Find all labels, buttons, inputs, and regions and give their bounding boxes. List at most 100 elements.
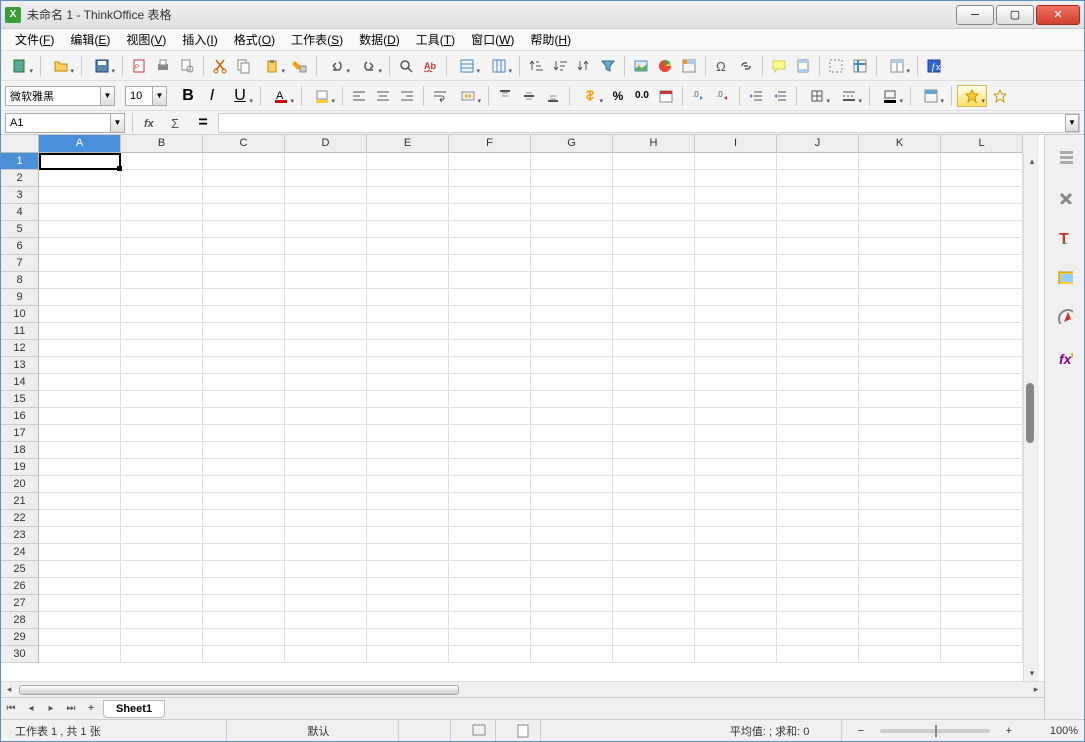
cell-G16[interactable]: [531, 408, 613, 425]
row-header-29[interactable]: 29: [1, 629, 39, 646]
cell-A23[interactable]: [39, 527, 121, 544]
export-pdf-button[interactable]: P: [128, 55, 150, 77]
cell-B21[interactable]: [121, 493, 203, 510]
row-header-2[interactable]: 2: [1, 170, 39, 187]
cell-F26[interactable]: [449, 578, 531, 595]
cell-A14[interactable]: [39, 374, 121, 391]
row-header-10[interactable]: 10: [1, 306, 39, 323]
cell-E13[interactable]: [367, 357, 449, 374]
row-header-20[interactable]: 20: [1, 476, 39, 493]
cell-J7[interactable]: [777, 255, 859, 272]
cell-K11[interactable]: [859, 323, 941, 340]
cell-B20[interactable]: [121, 476, 203, 493]
cell-E4[interactable]: [367, 204, 449, 221]
cell-D18[interactable]: [285, 442, 367, 459]
cell-E21[interactable]: [367, 493, 449, 510]
cell-F29[interactable]: [449, 629, 531, 646]
cell-E14[interactable]: [367, 374, 449, 391]
cell-E6[interactable]: [367, 238, 449, 255]
cell-A29[interactable]: [39, 629, 121, 646]
cell-C25[interactable]: [203, 561, 285, 578]
font-color-button[interactable]: A: [266, 85, 296, 107]
cell-J25[interactable]: [777, 561, 859, 578]
font-size-combo[interactable]: 10▼: [125, 86, 167, 106]
cell-E7[interactable]: [367, 255, 449, 272]
row-header-3[interactable]: 3: [1, 187, 39, 204]
cell-E30[interactable]: [367, 646, 449, 663]
cell-I11[interactable]: [695, 323, 777, 340]
menu-视图[interactable]: 视图(V): [118, 29, 174, 50]
cell-K8[interactable]: [859, 272, 941, 289]
cell-H16[interactable]: [613, 408, 695, 425]
cell-B8[interactable]: [121, 272, 203, 289]
cell-D15[interactable]: [285, 391, 367, 408]
cell-L22[interactable]: [941, 510, 1023, 527]
cell-D5[interactable]: [285, 221, 367, 238]
zoom-slider[interactable]: [880, 729, 990, 733]
vertical-scrollbar[interactable]: ▴ ▾: [1023, 153, 1039, 681]
cell-B16[interactable]: [121, 408, 203, 425]
cell-L6[interactable]: [941, 238, 1023, 255]
cell-J18[interactable]: [777, 442, 859, 459]
cell-G3[interactable]: [531, 187, 613, 204]
cell-G25[interactable]: [531, 561, 613, 578]
cell-K17[interactable]: [859, 425, 941, 442]
cell-C18[interactable]: [203, 442, 285, 459]
cell-L23[interactable]: [941, 527, 1023, 544]
cell-A15[interactable]: [39, 391, 121, 408]
cell-F12[interactable]: [449, 340, 531, 357]
cell-D9[interactable]: [285, 289, 367, 306]
cell-C15[interactable]: [203, 391, 285, 408]
border-style-button[interactable]: [834, 85, 864, 107]
sidebar-styles-icon[interactable]: T: [1052, 223, 1078, 249]
align-top-button[interactable]: [494, 85, 516, 107]
cell-F9[interactable]: [449, 289, 531, 306]
cell-B25[interactable]: [121, 561, 203, 578]
col-header-H[interactable]: H: [613, 135, 695, 153]
cell-E8[interactable]: [367, 272, 449, 289]
cell-H28[interactable]: [613, 612, 695, 629]
borders-button[interactable]: [802, 85, 832, 107]
row-header-11[interactable]: 11: [1, 323, 39, 340]
print-area-button[interactable]: [825, 55, 847, 77]
tab-add-button[interactable]: +: [81, 699, 101, 719]
menu-窗口[interactable]: 窗口(W): [463, 29, 522, 50]
sidebar-properties-icon[interactable]: [1052, 143, 1078, 169]
bold-button[interactable]: B: [177, 85, 199, 107]
cell-J5[interactable]: [777, 221, 859, 238]
cell-H25[interactable]: [613, 561, 695, 578]
cell-F6[interactable]: [449, 238, 531, 255]
cell-C6[interactable]: [203, 238, 285, 255]
cell-J1[interactable]: [777, 153, 859, 170]
cell-C28[interactable]: [203, 612, 285, 629]
cell-A1[interactable]: [39, 153, 121, 170]
cell-J8[interactable]: [777, 272, 859, 289]
cell-A25[interactable]: [39, 561, 121, 578]
cell-K16[interactable]: [859, 408, 941, 425]
menu-文件[interactable]: 文件(F): [7, 29, 62, 50]
cell-H2[interactable]: [613, 170, 695, 187]
cell-C21[interactable]: [203, 493, 285, 510]
copy-button[interactable]: [233, 55, 255, 77]
cell-G15[interactable]: [531, 391, 613, 408]
cell-C12[interactable]: [203, 340, 285, 357]
cell-G17[interactable]: [531, 425, 613, 442]
cell-A5[interactable]: [39, 221, 121, 238]
cell-F22[interactable]: [449, 510, 531, 527]
col-header-D[interactable]: D: [285, 135, 367, 153]
cell-E11[interactable]: [367, 323, 449, 340]
cell-I4[interactable]: [695, 204, 777, 221]
cell-G1[interactable]: [531, 153, 613, 170]
row-header-15[interactable]: 15: [1, 391, 39, 408]
cell-I19[interactable]: [695, 459, 777, 476]
col-header-A[interactable]: A: [39, 135, 121, 153]
cell-B3[interactable]: [121, 187, 203, 204]
cell-L16[interactable]: [941, 408, 1023, 425]
cell-E12[interactable]: [367, 340, 449, 357]
align-right-button[interactable]: [396, 85, 418, 107]
cell-D25[interactable]: [285, 561, 367, 578]
cell-F4[interactable]: [449, 204, 531, 221]
menu-工具[interactable]: 工具(T): [408, 29, 463, 50]
cell-D10[interactable]: [285, 306, 367, 323]
conditional-format-button[interactable]: [957, 85, 987, 107]
